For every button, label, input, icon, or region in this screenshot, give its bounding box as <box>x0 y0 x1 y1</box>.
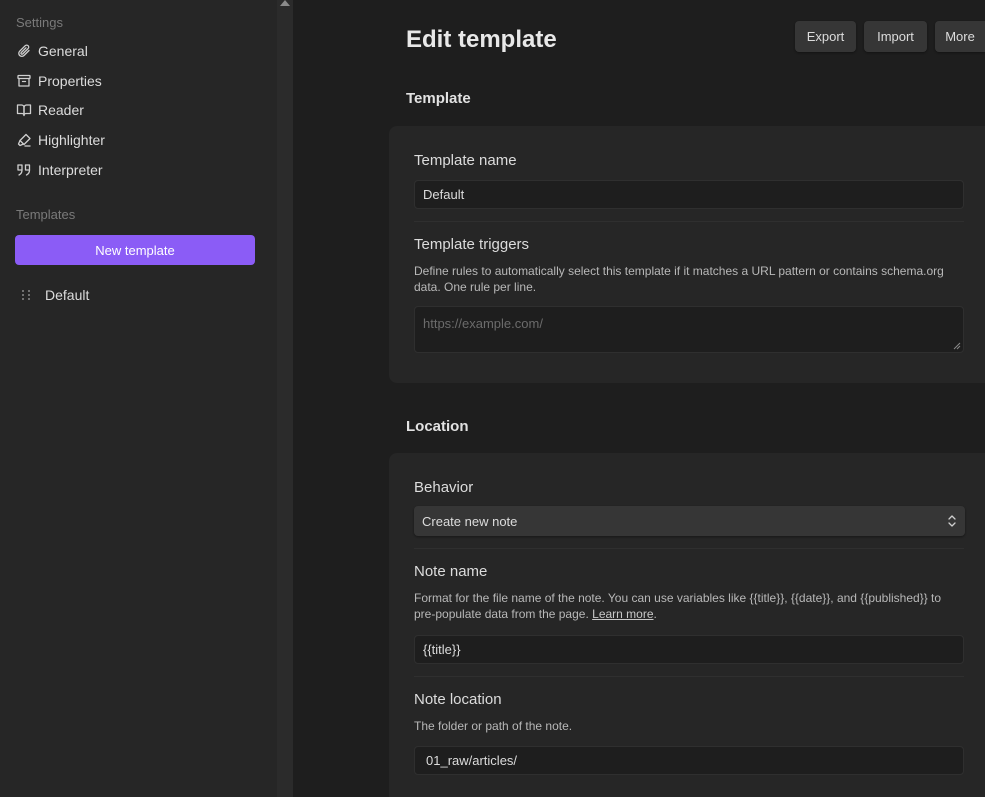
divider <box>414 548 964 549</box>
note-name-description: Format for the file name of the note. Yo… <box>414 590 964 622</box>
scroll-up-arrow-icon[interactable] <box>280 0 290 6</box>
note-name-description-text: Format for the file name of the note. Yo… <box>414 591 942 621</box>
behavior-select[interactable]: Create new note <box>414 506 965 536</box>
sidebar-item-highlighter[interactable]: Highlighter <box>16 127 105 153</box>
sidebar: Settings General Properties Reader Highl… <box>0 0 277 797</box>
behavior-label: Behavior <box>414 479 474 496</box>
template-section-heading: Template <box>406 90 471 107</box>
sidebar-item-general[interactable]: General <box>16 38 88 64</box>
more-button[interactable]: More <box>935 21 985 52</box>
note-name-label: Note name <box>414 563 488 580</box>
template-list-item[interactable]: Default <box>22 284 89 306</box>
note-name-input[interactable]: {{title}} <box>414 635 964 664</box>
sidebar-item-interpreter[interactable]: Interpreter <box>16 157 103 183</box>
sidebar-scrollbar[interactable] <box>277 0 293 797</box>
template-triggers-textarea[interactable]: https://example.com/ <box>414 306 964 353</box>
sidebar-item-label: Interpreter <box>38 162 103 178</box>
template-triggers-placeholder: https://example.com/ <box>423 316 543 331</box>
note-location-input[interactable]: 01_raw/articles/ <box>414 746 964 775</box>
template-name-input[interactable]: Default <box>414 180 964 209</box>
sidebar-item-label: Properties <box>38 73 102 89</box>
paperclip-icon <box>18 44 30 58</box>
sidebar-item-reader[interactable]: Reader <box>16 97 84 123</box>
template-triggers-description: Define rules to automatically select thi… <box>414 264 944 294</box>
template-name-value: Default <box>423 187 465 202</box>
divider <box>414 676 964 677</box>
note-location-description: The folder or path of the note. <box>414 719 573 733</box>
note-name-value: {{title}} <box>423 642 461 657</box>
template-triggers-label: Template triggers <box>414 236 530 253</box>
divider <box>414 221 964 222</box>
note-location-label: Note location <box>414 691 502 708</box>
sidebar-item-properties[interactable]: Properties <box>16 68 102 94</box>
import-button[interactable]: Import <box>864 21 927 52</box>
settings-section-label: Settings <box>16 15 63 30</box>
sidebar-item-label: Reader <box>38 102 84 118</box>
location-section-heading: Location <box>406 418 469 435</box>
sidebar-item-label: General <box>38 43 88 59</box>
templates-section-label: Templates <box>16 207 76 222</box>
note-location-value: 01_raw/articles/ <box>426 753 518 768</box>
behavior-select-value: Create new note <box>422 513 518 529</box>
archive-icon <box>17 74 31 87</box>
highlighter-icon <box>17 133 31 147</box>
learn-more-link[interactable]: Learn more <box>592 607 653 621</box>
template-name-label: Template name <box>414 152 517 169</box>
period-text: . <box>653 607 657 621</box>
quote-icon <box>17 164 31 176</box>
template-item-label: Default <box>45 287 90 303</box>
sidebar-item-label: Highlighter <box>38 132 105 148</box>
page-title: Edit template <box>406 26 557 53</box>
export-button[interactable]: Export <box>795 21 856 52</box>
new-template-button[interactable]: New template <box>15 235 255 265</box>
chevron-up-down-icon <box>948 515 956 527</box>
book-open-icon <box>16 104 32 117</box>
resize-grip-icon[interactable] <box>953 342 961 350</box>
drag-handle-icon[interactable] <box>22 290 31 300</box>
